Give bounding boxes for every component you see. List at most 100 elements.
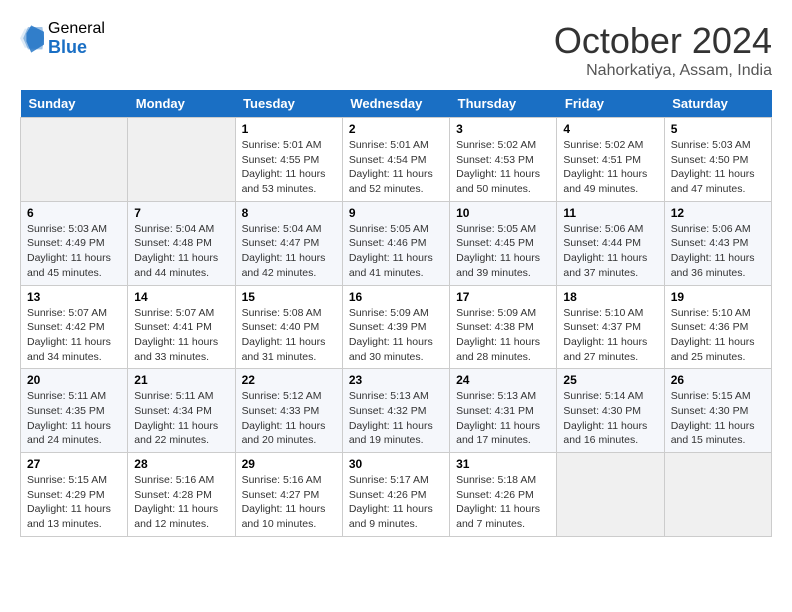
week-row-3: 13 Sunrise: 5:07 AM Sunset: 4:42 PM Dayli… <box>21 285 772 369</box>
day-info: Sunrise: 5:02 AM Sunset: 4:53 PM Dayligh… <box>456 138 550 197</box>
logo-text: General Blue <box>48 20 105 57</box>
calendar-cell: 18Sunrise: 5:10 AM Sunset: 4:37 PM Dayli… <box>557 285 664 369</box>
day-info: Sunrise: 5:16 AM Sunset: 4:27 PM Dayligh… <box>242 473 336 532</box>
logo-icon <box>20 25 44 53</box>
calendar-cell: 3 Sunrise: 5:02 AM Sunset: 4:53 PM Daylig… <box>450 118 557 202</box>
calendar-cell: 7 Sunrise: 5:04 AM Sunset: 4:48 PM Daylig… <box>128 201 235 285</box>
day-info: Sunrise: 5:18 AM Sunset: 4:26 PM Dayligh… <box>456 473 550 532</box>
calendar-cell: 22 Sunrise: 5:12 AM Sunset: 4:33 PM Dayli… <box>235 369 342 453</box>
logo-general: General <box>48 20 105 38</box>
day-info: Sunrise: 5:17 AM Sunset: 4:26 PM Dayligh… <box>349 473 443 532</box>
calendar-cell: 29 Sunrise: 5:16 AM Sunset: 4:27 PM Dayli… <box>235 453 342 537</box>
day-info: Sunrise: 5:15 AM Sunset: 4:29 PM Dayligh… <box>27 473 121 532</box>
day-info: Sunrise: 5:04 AM Sunset: 4:48 PM Dayligh… <box>134 222 228 281</box>
day-info: Sunrise: 5:10 AM Sunset: 4:36 PM Dayligh… <box>671 306 765 365</box>
day-info: Sunrise: 5:05 AM Sunset: 4:46 PM Dayligh… <box>349 222 443 281</box>
day-info: Sunrise: 5:07 AM Sunset: 4:42 PM Dayligh… <box>27 306 121 365</box>
day-info: Sunrise: 5:13 AM Sunset: 4:32 PM Dayligh… <box>349 389 443 448</box>
day-number: 9 <box>349 206 443 220</box>
month-title: October 2024 <box>554 20 772 62</box>
day-number: 20 <box>27 373 121 387</box>
day-header-sunday: Sunday <box>21 90 128 118</box>
calendar-cell: 24 Sunrise: 5:13 AM Sunset: 4:31 PM Dayli… <box>450 369 557 453</box>
day-number: 29 <box>242 457 336 471</box>
calendar-cell: 17 Sunrise: 5:09 AM Sunset: 4:38 PM Dayli… <box>450 285 557 369</box>
calendar-cell: 14Sunrise: 5:07 AM Sunset: 4:41 PM Dayli… <box>128 285 235 369</box>
day-number: 27 <box>27 457 121 471</box>
calendar-cell: 4Sunrise: 5:02 AM Sunset: 4:51 PM Daylig… <box>557 118 664 202</box>
day-number: 31 <box>456 457 550 471</box>
calendar-cell: 11 Sunrise: 5:06 AM Sunset: 4:44 PM Dayli… <box>557 201 664 285</box>
day-number: 16 <box>349 290 443 304</box>
week-row-2: 6Sunrise: 5:03 AM Sunset: 4:49 PM Daylig… <box>21 201 772 285</box>
day-header-monday: Monday <box>128 90 235 118</box>
location: Nahorkatiya, Assam, India <box>554 62 772 80</box>
logo: General Blue <box>20 20 105 57</box>
day-info: Sunrise: 5:01 AM Sunset: 4:55 PM Dayligh… <box>242 138 336 197</box>
week-row-5: 27 Sunrise: 5:15 AM Sunset: 4:29 PM Dayli… <box>21 453 772 537</box>
day-info: Sunrise: 5:09 AM Sunset: 4:38 PM Dayligh… <box>456 306 550 365</box>
calendar-cell: 15 Sunrise: 5:08 AM Sunset: 4:40 PM Dayli… <box>235 285 342 369</box>
day-number: 30 <box>349 457 443 471</box>
calendar-cell <box>128 118 235 202</box>
calendar-cell: 2 Sunrise: 5:01 AM Sunset: 4:54 PM Daylig… <box>342 118 449 202</box>
page-header: General Blue October 2024 Nahorkatiya, A… <box>20 20 772 80</box>
day-number: 11 <box>563 206 657 220</box>
calendar-cell: 6Sunrise: 5:03 AM Sunset: 4:49 PM Daylig… <box>21 201 128 285</box>
day-number: 15 <box>242 290 336 304</box>
day-number: 1 <box>242 122 336 136</box>
day-number: 24 <box>456 373 550 387</box>
calendar-cell: 19Sunrise: 5:10 AM Sunset: 4:36 PM Dayli… <box>664 285 771 369</box>
day-info: Sunrise: 5:08 AM Sunset: 4:40 PM Dayligh… <box>242 306 336 365</box>
calendar-cell: 1 Sunrise: 5:01 AM Sunset: 4:55 PM Daylig… <box>235 118 342 202</box>
day-number: 10 <box>456 206 550 220</box>
calendar-cell: 16 Sunrise: 5:09 AM Sunset: 4:39 PM Dayli… <box>342 285 449 369</box>
calendar-cell: 12Sunrise: 5:06 AM Sunset: 4:43 PM Dayli… <box>664 201 771 285</box>
calendar: SundayMondayTuesdayWednesdayThursdayFrid… <box>20 90 772 537</box>
day-info: Sunrise: 5:13 AM Sunset: 4:31 PM Dayligh… <box>456 389 550 448</box>
day-number: 12 <box>671 206 765 220</box>
day-info: Sunrise: 5:11 AM Sunset: 4:35 PM Dayligh… <box>27 389 121 448</box>
calendar-header-row: SundayMondayTuesdayWednesdayThursdayFrid… <box>21 90 772 118</box>
day-number: 25 <box>563 373 657 387</box>
day-number: 7 <box>134 206 228 220</box>
logo-blue: Blue <box>48 38 105 58</box>
calendar-cell: 30 Sunrise: 5:17 AM Sunset: 4:26 PM Dayli… <box>342 453 449 537</box>
calendar-cell <box>21 118 128 202</box>
calendar-cell: 26Sunrise: 5:15 AM Sunset: 4:30 PM Dayli… <box>664 369 771 453</box>
day-number: 28 <box>134 457 228 471</box>
calendar-cell <box>557 453 664 537</box>
calendar-cell: 10Sunrise: 5:05 AM Sunset: 4:45 PM Dayli… <box>450 201 557 285</box>
day-info: Sunrise: 5:06 AM Sunset: 4:44 PM Dayligh… <box>563 222 657 281</box>
day-number: 26 <box>671 373 765 387</box>
calendar-cell: 13 Sunrise: 5:07 AM Sunset: 4:42 PM Dayli… <box>21 285 128 369</box>
day-header-saturday: Saturday <box>664 90 771 118</box>
day-header-thursday: Thursday <box>450 90 557 118</box>
day-number: 3 <box>456 122 550 136</box>
day-info: Sunrise: 5:01 AM Sunset: 4:54 PM Dayligh… <box>349 138 443 197</box>
day-info: Sunrise: 5:12 AM Sunset: 4:33 PM Dayligh… <box>242 389 336 448</box>
day-info: Sunrise: 5:16 AM Sunset: 4:28 PM Dayligh… <box>134 473 228 532</box>
calendar-cell: 5 Sunrise: 5:03 AM Sunset: 4:50 PM Daylig… <box>664 118 771 202</box>
calendar-cell: 23 Sunrise: 5:13 AM Sunset: 4:32 PM Dayli… <box>342 369 449 453</box>
day-info: Sunrise: 5:02 AM Sunset: 4:51 PM Dayligh… <box>563 138 657 197</box>
day-number: 17 <box>456 290 550 304</box>
day-number: 6 <box>27 206 121 220</box>
day-number: 5 <box>671 122 765 136</box>
day-info: Sunrise: 5:07 AM Sunset: 4:41 PM Dayligh… <box>134 306 228 365</box>
day-number: 13 <box>27 290 121 304</box>
day-info: Sunrise: 5:03 AM Sunset: 4:50 PM Dayligh… <box>671 138 765 197</box>
day-number: 2 <box>349 122 443 136</box>
calendar-cell: 28 Sunrise: 5:16 AM Sunset: 4:28 PM Dayli… <box>128 453 235 537</box>
calendar-cell: 21Sunrise: 5:11 AM Sunset: 4:34 PM Dayli… <box>128 369 235 453</box>
calendar-cell: 8Sunrise: 5:04 AM Sunset: 4:47 PM Daylig… <box>235 201 342 285</box>
day-number: 22 <box>242 373 336 387</box>
day-header-wednesday: Wednesday <box>342 90 449 118</box>
day-header-friday: Friday <box>557 90 664 118</box>
day-info: Sunrise: 5:09 AM Sunset: 4:39 PM Dayligh… <box>349 306 443 365</box>
calendar-cell: 9 Sunrise: 5:05 AM Sunset: 4:46 PM Daylig… <box>342 201 449 285</box>
day-info: Sunrise: 5:04 AM Sunset: 4:47 PM Dayligh… <box>242 222 336 281</box>
day-number: 23 <box>349 373 443 387</box>
day-header-tuesday: Tuesday <box>235 90 342 118</box>
day-info: Sunrise: 5:10 AM Sunset: 4:37 PM Dayligh… <box>563 306 657 365</box>
